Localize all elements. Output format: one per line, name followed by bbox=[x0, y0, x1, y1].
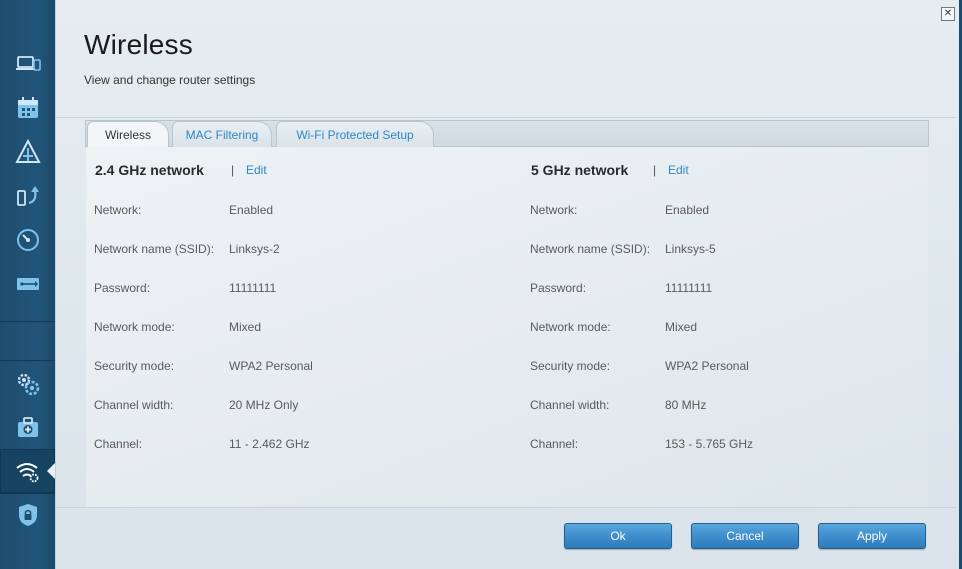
calendar-icon bbox=[17, 97, 38, 118]
row-value: Enabled bbox=[665, 203, 710, 217]
row-value: 80 MHz bbox=[665, 398, 707, 412]
tab-content bbox=[86, 147, 928, 507]
network-map-icon bbox=[14, 139, 41, 163]
devices-icon bbox=[15, 56, 41, 71]
page-title: Wireless bbox=[84, 29, 193, 60]
section-heading-2-4ghz: 2.4 GHz network bbox=[95, 162, 204, 178]
edit-5ghz-link[interactable]: Edit bbox=[668, 163, 689, 177]
row-value: 20 MHz Only bbox=[229, 398, 299, 412]
row-value: Enabled bbox=[229, 203, 274, 217]
sidebar-item-troubleshooting[interactable] bbox=[0, 405, 55, 449]
row-label: Password: bbox=[530, 281, 587, 295]
row-label: Network name (SSID): bbox=[530, 242, 651, 256]
row-label: Channel: bbox=[530, 437, 579, 451]
row-value: Linksys-2 bbox=[229, 242, 280, 256]
troubleshooting-kit-icon bbox=[17, 417, 38, 437]
row-label: Network name (SSID): bbox=[94, 242, 215, 256]
sidebar-item-security[interactable] bbox=[0, 493, 55, 537]
sidebar-item-wireless[interactable] bbox=[0, 449, 56, 493]
wireless-settings-icon bbox=[15, 463, 38, 483]
section-heading-5ghz: 5 GHz network bbox=[531, 162, 629, 178]
speed-gauge-icon bbox=[16, 229, 39, 251]
close-button[interactable]: ✕ bbox=[941, 7, 955, 21]
row-label: Channel width: bbox=[530, 398, 610, 412]
row-label: Network: bbox=[530, 203, 578, 217]
row-value: 153 - 5.765 GHz bbox=[665, 437, 754, 451]
row-value: 11 - 2.462 GHz bbox=[229, 437, 310, 451]
settings-gears-icon bbox=[17, 373, 39, 396]
page-subtitle: View and change router settings bbox=[84, 73, 256, 87]
row-label: Channel width: bbox=[94, 398, 174, 412]
security-shield-icon bbox=[18, 504, 37, 526]
sidebar-item-transfer[interactable] bbox=[0, 174, 55, 218]
row-label: Network mode: bbox=[530, 320, 611, 334]
sidebar-item-network-map[interactable] bbox=[0, 130, 55, 174]
row-value: Linksys-5 bbox=[665, 242, 716, 256]
tab-mac-filtering[interactable]: MAC Filtering bbox=[172, 121, 272, 147]
tab-wifi-protected-setup[interactable]: Wi-Fi Protected Setup bbox=[276, 121, 434, 147]
edit-2-4ghz-link[interactable]: Edit bbox=[246, 163, 267, 177]
tab-label: Wireless bbox=[104, 127, 151, 142]
row-value: Mixed bbox=[229, 320, 262, 334]
sidebar-divider bbox=[0, 321, 55, 322]
transfer-icon bbox=[16, 186, 39, 206]
tab-label: Wi-Fi Protected Setup bbox=[296, 127, 414, 142]
row-label: Password: bbox=[94, 281, 151, 295]
row-value: 11111111 bbox=[229, 281, 277, 295]
row-label: Security mode: bbox=[94, 359, 175, 373]
footer-divider bbox=[56, 507, 956, 508]
sidebar-item-usb-storage[interactable] bbox=[0, 262, 55, 306]
sidebar-nav bbox=[0, 0, 56, 569]
ok-button[interactable]: Ok bbox=[564, 523, 672, 549]
sidebar-divider bbox=[0, 360, 55, 361]
sidebar-item-speed[interactable] bbox=[0, 218, 55, 262]
apply-button[interactable]: Apply bbox=[818, 523, 926, 549]
header-divider bbox=[56, 117, 956, 118]
usb-storage-icon bbox=[16, 278, 39, 290]
sidebar-item-settings[interactable] bbox=[0, 362, 55, 406]
row-label: Network mode: bbox=[94, 320, 175, 334]
row-value: Mixed bbox=[665, 320, 698, 334]
sidebar-item-devices[interactable] bbox=[0, 42, 55, 86]
cancel-button[interactable]: Cancel bbox=[691, 523, 799, 549]
row-value: WPA2 Personal bbox=[665, 359, 749, 373]
heading-separator: | bbox=[653, 163, 657, 177]
sidebar-item-calendar[interactable] bbox=[0, 86, 55, 130]
row-value: 11111111 bbox=[665, 281, 713, 295]
heading-separator: | bbox=[231, 163, 235, 177]
row-label: Network: bbox=[94, 203, 142, 217]
row-label: Security mode: bbox=[530, 359, 611, 373]
tab-wireless[interactable]: Wireless bbox=[87, 121, 169, 147]
tab-label: MAC Filtering bbox=[185, 127, 259, 142]
row-label: Channel: bbox=[94, 437, 143, 451]
close-icon: ✕ bbox=[943, 8, 953, 19]
row-value: WPA2 Personal bbox=[229, 359, 313, 373]
